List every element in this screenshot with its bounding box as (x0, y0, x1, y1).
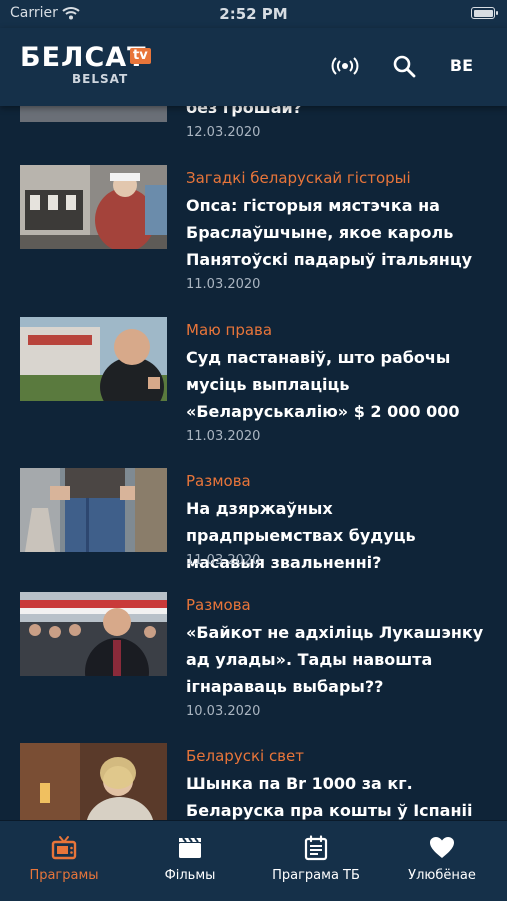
tv-icon (1, 835, 127, 863)
item-title: «Байкот не адхіліць Лукашэнку ад улады».… (186, 623, 484, 696)
programs-feed: без грошай? 12.03.2020 Загадкі беларуска… (0, 28, 507, 820)
status-bar: Carrier 2:52 PM (0, 0, 507, 28)
item-date: 11.03.2020 (186, 553, 261, 568)
item-date: 11.03.2020 (186, 277, 261, 292)
heart-icon (379, 835, 505, 863)
status-time: 2:52 PM (219, 5, 288, 23)
item-thumbnail (20, 743, 167, 820)
language-switch[interactable]: BE (450, 56, 473, 75)
item-category: Беларускі свет (186, 747, 304, 765)
tab-label: Праграма ТБ (272, 868, 360, 883)
bottom-tab-bar: Праграмы Фільмы Праграма ТБ Улюбёнае (0, 820, 507, 901)
tab-tv-schedule[interactable]: Праграма ТБ (253, 821, 379, 901)
item-title: Опса: гісторыя мястэчка на Браслаўшчыне,… (186, 196, 473, 269)
schedule-icon (253, 835, 379, 863)
logo-tv-badge: tv (130, 48, 151, 64)
tab-films[interactable]: Фільмы (127, 821, 253, 901)
logo-subtext: BELSAT (72, 72, 129, 86)
search-icon[interactable] (388, 50, 420, 82)
item-date: 10.03.2020 (186, 704, 261, 719)
item-date: 11.03.2020 (186, 429, 261, 444)
item-category: Размова (186, 472, 251, 490)
item-date: 12.03.2020 (186, 125, 261, 140)
tab-label: Улюбёнае (408, 868, 476, 883)
item-thumbnail (20, 468, 167, 552)
clapperboard-icon (127, 835, 253, 863)
item-category: Размова (186, 596, 251, 614)
logo-text: БЕЛСАТ (20, 42, 147, 73)
item-title: Шынка па Br 1000 за кг. Беларуска пра ко… (186, 774, 473, 820)
item-thumbnail (20, 317, 167, 401)
live-broadcast-icon[interactable] (329, 50, 361, 82)
tab-label: Фільмы (164, 868, 216, 883)
item-title: Суд пастанавіў, што рабочы мусіць выплац… (186, 348, 460, 421)
tab-label: Праграмы (29, 868, 99, 883)
item-thumbnail (20, 165, 167, 249)
tab-favorites[interactable]: Улюбёнае (379, 821, 505, 901)
item-thumbnail (20, 592, 167, 676)
item-category: Загадкі беларускай гісторыі (186, 169, 411, 187)
belsat-logo[interactable]: БЕЛСАТ tv BELSAT (20, 42, 160, 92)
app-header: БЕЛСАТ tv BELSAT BE (0, 28, 507, 106)
battery-icon (471, 7, 498, 19)
item-category: Маю права (186, 321, 273, 339)
tab-programs[interactable]: Праграмы (1, 821, 127, 901)
